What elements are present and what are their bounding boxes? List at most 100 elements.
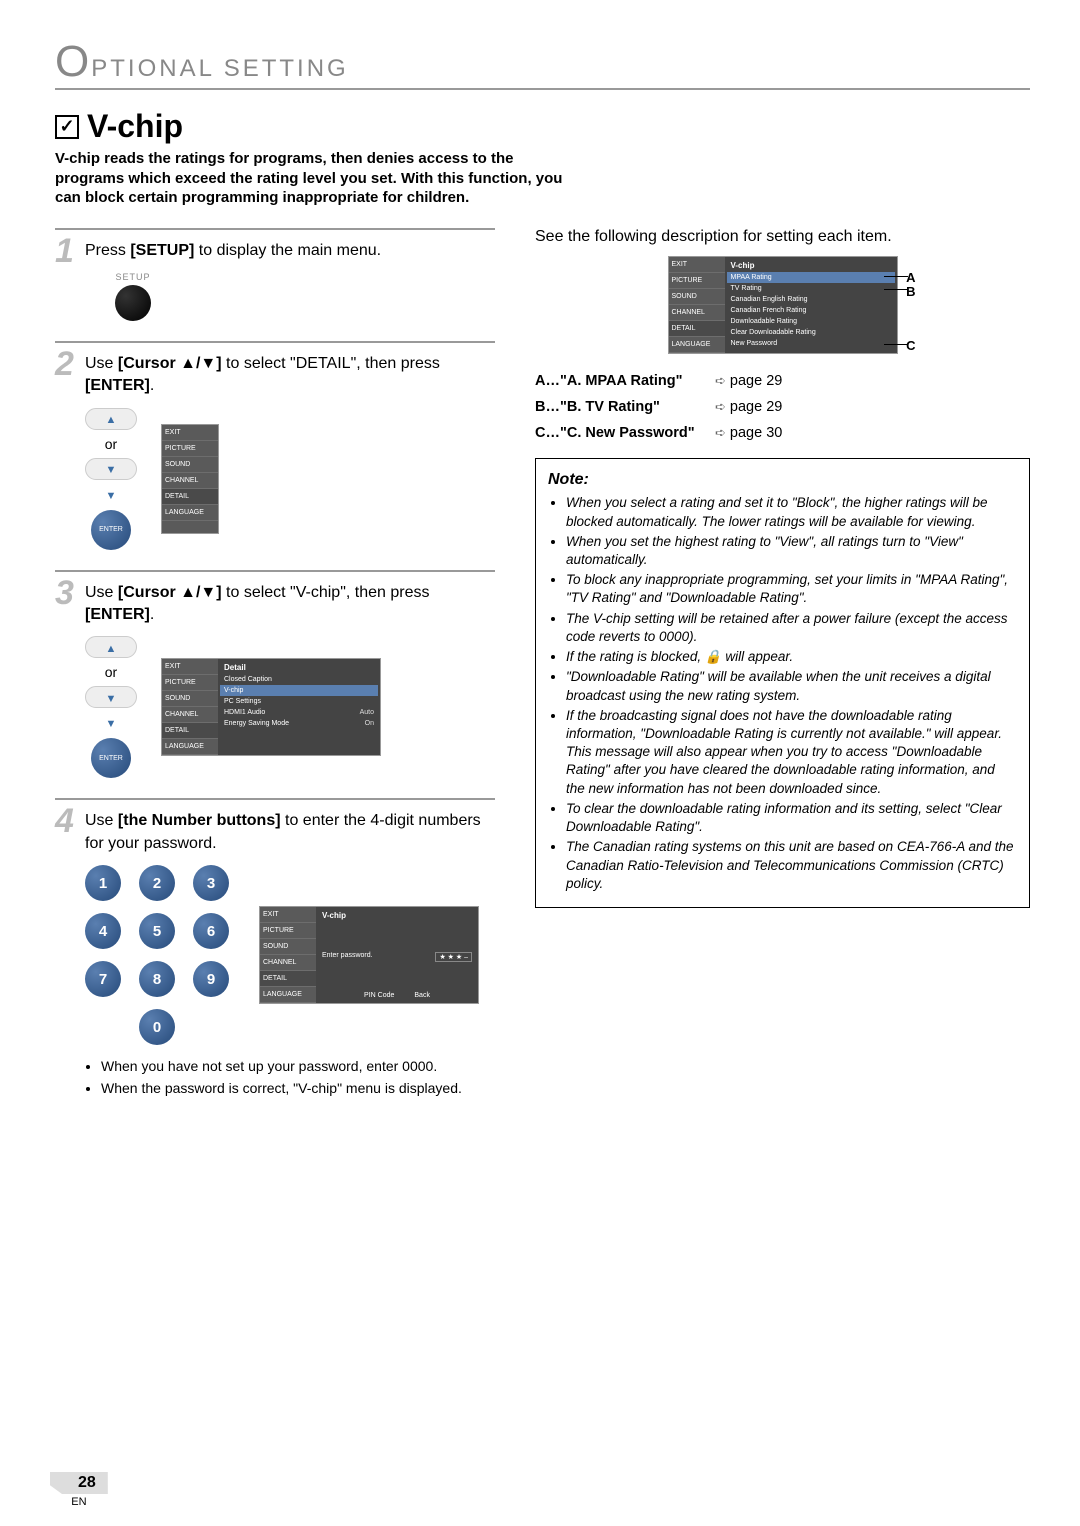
- osd-side-channel: CHANNEL: [162, 707, 218, 723]
- note-title: Note:: [548, 469, 1017, 491]
- step-2-text: Use [Cursor ▲/▼] to select "DETAIL", the…: [85, 353, 495, 398]
- osd-row-label: V-chip: [224, 687, 243, 694]
- osd-main-header: V-chip: [318, 909, 476, 922]
- osd-row-label: Energy Saving Mode: [224, 720, 289, 727]
- osd-main-step4: V-chip Enter password. ★ ★ ★ – PIN Code …: [316, 907, 478, 1003]
- note-item: If the rating is blocked, 🔒 will appear.: [566, 648, 1017, 666]
- step-3-pre: Use: [85, 584, 118, 601]
- ref-key: B…: [535, 399, 560, 415]
- osd-side-exit: EXIT: [162, 659, 218, 675]
- header-big-o: O: [55, 40, 93, 84]
- osd-row: HDMI1 AudioAuto: [220, 707, 378, 718]
- callout-a: A: [906, 270, 915, 285]
- step-2-mid: to select "DETAIL", then press: [222, 355, 440, 372]
- osd-row: Closed Caption: [220, 674, 378, 685]
- step-1-bold: [SETUP]: [130, 242, 194, 259]
- osd-side-sound: SOUND: [162, 457, 218, 473]
- note-item: The V-chip setting will be retained afte…: [566, 610, 1017, 646]
- page-lang: EN: [71, 1496, 86, 1508]
- cursor-down-icon: [85, 686, 137, 708]
- page-title: V-chip: [87, 108, 183, 145]
- cursor-pad-figure-3: or ENTER: [85, 636, 137, 778]
- osd-menu-step3: EXIT PICTURE SOUND CHANNEL DETAIL LANGUA…: [161, 658, 381, 756]
- osd-row-label: PC Settings: [224, 698, 261, 705]
- ref-page: page 29: [715, 368, 782, 394]
- ref-title: "C. New Password": [560, 425, 695, 441]
- note-item: The Canadian rating systems on this unit…: [566, 838, 1017, 893]
- section-header: O PTIONAL SETTING: [55, 40, 1030, 90]
- callout-b: B: [906, 284, 915, 299]
- or-label: or: [105, 436, 117, 452]
- key-3: 3: [193, 865, 229, 901]
- enter-button-icon: ENTER: [91, 510, 131, 550]
- step-4-notes: When you have not set up your password, …: [85, 1057, 495, 1098]
- enter-label: ENTER: [99, 526, 123, 533]
- osd-password-stars: ★ ★ ★ –: [435, 952, 472, 962]
- step-2: 2 Use [Cursor ▲/▼] to select "DETAIL", t…: [55, 341, 495, 570]
- osd-side-sound: SOUND: [260, 939, 316, 955]
- left-column: 1 Press [SETUP] to display the main menu…: [55, 228, 495, 1121]
- ref-title: "B. TV Rating": [560, 399, 660, 415]
- list-item: When you have not set up your password, …: [101, 1057, 495, 1077]
- step-1-post: to display the main menu.: [194, 242, 381, 259]
- osd-foot-pin: PIN Code: [364, 992, 394, 999]
- osd-footer: PIN Code Back: [318, 988, 476, 1001]
- osd-row-label: Closed Caption: [224, 676, 272, 683]
- osd-row: Energy Saving Mode On: [220, 718, 378, 729]
- osd-sidebar: EXIT PICTURE SOUND CHANNEL DETAIL LANGUA…: [162, 659, 218, 755]
- osd-row: MPAA Rating: [727, 272, 895, 283]
- osd-side-sound: SOUND: [162, 691, 218, 707]
- step-1-text: Press [SETUP] to display the main menu.: [85, 240, 495, 262]
- osd-row: Downloadable Rating: [727, 316, 895, 327]
- key-2: 2: [139, 865, 175, 901]
- osd-main-header: Detail: [220, 661, 378, 674]
- right-intro: See the following description for settin…: [535, 228, 1030, 246]
- osd-side-language: LANGUAGE: [162, 739, 218, 755]
- step-3-bold2: [ENTER]: [85, 606, 150, 623]
- osd-side-detail: DETAIL: [162, 489, 218, 505]
- osd-side-language: LANGUAGE: [162, 505, 218, 521]
- osd-row: Canadian French Rating: [727, 305, 895, 316]
- cursor-up-icon: [85, 408, 137, 430]
- note-item: When you set the highest rating to "View…: [566, 533, 1017, 569]
- osd-side-detail: DETAIL: [669, 321, 725, 337]
- step-3-text: Use [Cursor ▲/▼] to select "V-chip", the…: [85, 582, 495, 627]
- cursor-down-icon: [85, 458, 137, 480]
- osd-side-picture: PICTURE: [162, 675, 218, 691]
- osd-side-detail: DETAIL: [162, 723, 218, 739]
- note-item: To block any inappropriate programming, …: [566, 571, 1017, 607]
- right-column: See the following description for settin…: [535, 228, 1030, 1121]
- ref-row-b: B…"B. TV Rating" page 29: [535, 394, 1030, 420]
- page-title-row: ✓ V-chip: [55, 108, 1030, 145]
- step-1-number: 1: [55, 232, 74, 271]
- ref-row-a: A…"A. MPAA Rating" page 29: [535, 368, 1030, 394]
- osd-sidebar: EXIT PICTURE SOUND CHANNEL DETAIL LANGUA…: [260, 907, 316, 1003]
- or-label: or: [105, 664, 117, 680]
- intro-text: V-chip reads the ratings for programs, t…: [55, 149, 565, 208]
- osd-row-value: On: [365, 720, 374, 727]
- osd-side-detail: DETAIL: [260, 971, 316, 987]
- ref-page: page 30: [715, 420, 782, 446]
- key-5: 5: [139, 913, 175, 949]
- step-2-bold: [Cursor ▲/▼]: [118, 355, 222, 372]
- key-1: 1: [85, 865, 121, 901]
- osd-sidebar: EXIT PICTURE SOUND CHANNEL DETAIL LANGUA…: [162, 425, 218, 533]
- step-2-post: .: [150, 377, 154, 394]
- list-item: When the password is correct, "V-chip" m…: [101, 1079, 495, 1099]
- step-3-post: .: [150, 606, 154, 623]
- note-item: If the broadcasting signal does not have…: [566, 707, 1017, 798]
- key-6: 6: [193, 913, 229, 949]
- osd-row: Canadian English Rating: [727, 294, 895, 305]
- step-4-number: 4: [55, 802, 74, 841]
- osd-enter-password-label: Enter password.: [322, 952, 373, 962]
- setup-button-figure: SETUP: [115, 272, 151, 321]
- step-2-number: 2: [55, 345, 74, 384]
- osd-side-picture: PICTURE: [669, 273, 725, 289]
- ref-page: page 29: [715, 394, 782, 420]
- osd-side-language: LANGUAGE: [260, 987, 316, 1003]
- key-8: 8: [139, 961, 175, 997]
- osd-main-step3: Detail Closed Caption V-chip PC Settings…: [218, 659, 380, 755]
- cursor-up-icon: [85, 636, 137, 658]
- reference-table: A…"A. MPAA Rating" page 29 B…"B. TV Rati…: [535, 368, 1030, 446]
- key-0: 0: [139, 1009, 175, 1045]
